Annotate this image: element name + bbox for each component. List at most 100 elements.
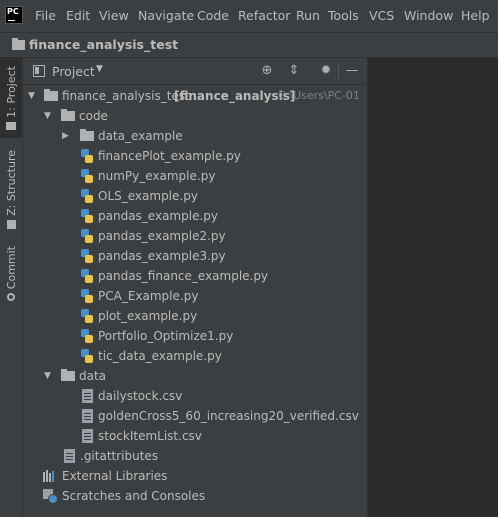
pycharm-logo-icon: PC bbox=[5, 6, 23, 24]
collapse-all-icon[interactable]: ⇕ bbox=[285, 62, 303, 80]
python-file-icon bbox=[81, 249, 93, 263]
tab-commit-label: Commit bbox=[4, 246, 18, 290]
external-libraries-label: External Libraries bbox=[62, 469, 168, 483]
library-icon bbox=[43, 470, 57, 482]
text-file-icon bbox=[64, 449, 75, 463]
menu-code[interactable]: Code bbox=[197, 8, 229, 23]
python-file-icon bbox=[81, 269, 93, 283]
folder-icon bbox=[61, 109, 75, 121]
folder-icon bbox=[44, 89, 58, 101]
file-label: pandas_example.py bbox=[98, 209, 218, 223]
file-label: financePlot_example.py bbox=[98, 149, 241, 163]
menu-vcs[interactable]: VCS bbox=[369, 8, 394, 23]
tree-folder-data[interactable]: ▼ data bbox=[23, 366, 367, 386]
tree-file[interactable]: pandas_finance_example.py bbox=[23, 266, 367, 286]
structure-icon bbox=[6, 219, 16, 229]
python-file-icon bbox=[81, 169, 93, 183]
folder-label: code bbox=[79, 109, 108, 123]
file-label: pandas_finance_example.py bbox=[98, 269, 269, 283]
tree-file[interactable]: .gitattributes bbox=[23, 446, 367, 466]
project-view-selector[interactable]: Project bbox=[52, 64, 95, 79]
tree-file[interactable]: plot_example.py bbox=[23, 306, 367, 326]
folder-icon bbox=[6, 121, 16, 130]
file-label: Portfolio_Optimize1.py bbox=[98, 329, 234, 343]
file-label: tic_data_example.py bbox=[98, 349, 222, 363]
folder-icon bbox=[61, 369, 75, 381]
menu-refactor[interactable]: Refactor bbox=[238, 8, 290, 23]
project-view-icon bbox=[33, 65, 45, 77]
folder-icon bbox=[80, 129, 94, 141]
python-file-icon bbox=[81, 209, 93, 223]
tree-file[interactable]: pandas_example.py bbox=[23, 206, 367, 226]
file-label: plot_example.py bbox=[98, 309, 198, 323]
tree-external-libraries[interactable]: External Libraries bbox=[23, 466, 367, 486]
csv-file-icon bbox=[82, 409, 93, 423]
python-file-icon bbox=[81, 349, 93, 363]
tree-file[interactable]: pandas_example2.py bbox=[23, 226, 367, 246]
divider bbox=[338, 64, 339, 79]
file-label: pandas_example3.py bbox=[98, 249, 226, 263]
tab-structure-label: Z: Structure bbox=[4, 150, 18, 216]
menu-window[interactable]: Window bbox=[404, 8, 453, 23]
tool-window-strip: 1: Project Z: Structure Commit bbox=[0, 58, 23, 517]
root-name: finance_analysis_test bbox=[62, 89, 190, 103]
chevron-down-icon[interactable]: ▼ bbox=[28, 91, 35, 101]
tab-commit[interactable]: Commit bbox=[0, 246, 22, 306]
file-label: dailystock.csv bbox=[98, 389, 183, 403]
menu-file[interactable]: File bbox=[35, 8, 56, 23]
python-file-icon bbox=[81, 309, 93, 323]
file-label: PCA_Example.py bbox=[98, 289, 199, 303]
project-panel-header: Project ▼ ⊕ ⇕ ✹ — bbox=[23, 58, 367, 85]
tab-project[interactable]: 1: Project bbox=[0, 58, 22, 138]
tree-file[interactable]: stockItemList.csv bbox=[23, 426, 367, 446]
python-file-icon bbox=[81, 229, 93, 243]
menu-edit[interactable]: Edit bbox=[66, 8, 90, 23]
csv-file-icon bbox=[82, 389, 93, 403]
tree-file[interactable]: tic_data_example.py bbox=[23, 346, 367, 366]
menu-tools[interactable]: Tools bbox=[328, 8, 359, 23]
editor-area[interactable] bbox=[367, 58, 498, 517]
menu-help[interactable]: Help bbox=[461, 8, 490, 23]
tree-file[interactable]: dailystock.csv bbox=[23, 386, 367, 406]
menu-run[interactable]: Run bbox=[296, 8, 320, 23]
locate-icon[interactable]: ⊕ bbox=[258, 62, 276, 80]
tree-folder-data-example[interactable]: ▶ data_example bbox=[23, 126, 367, 146]
breadcrumb-project[interactable]: finance_analysis_test bbox=[29, 37, 178, 52]
tree-file[interactable]: goldenCross5_60_increasing20_verified.cs… bbox=[23, 406, 367, 426]
folder-icon bbox=[12, 38, 25, 50]
file-label: numPy_example.py bbox=[98, 169, 216, 183]
file-label: stockItemList.csv bbox=[98, 429, 202, 443]
tree-file[interactable]: Portfolio_Optimize1.py bbox=[23, 326, 367, 346]
chevron-right-icon[interactable]: ▶ bbox=[62, 131, 69, 141]
folder-label: data bbox=[79, 369, 107, 383]
csv-file-icon bbox=[82, 429, 93, 443]
python-file-icon bbox=[81, 149, 93, 163]
hide-icon[interactable]: — bbox=[343, 62, 361, 80]
tab-project-label: 1: Project bbox=[4, 66, 18, 118]
tree-folder-code[interactable]: ▼ code bbox=[23, 106, 367, 126]
folder-label: data_example bbox=[98, 129, 183, 143]
menu-navigate[interactable]: Navigate bbox=[138, 8, 194, 23]
tab-structure[interactable]: Z: Structure bbox=[0, 150, 22, 234]
tree-scratches[interactable]: Scratches and Consoles bbox=[23, 486, 367, 506]
menu-view[interactable]: View bbox=[99, 8, 129, 23]
chevron-down-icon[interactable]: ▼ bbox=[44, 371, 51, 381]
tree-file[interactable]: pandas_example3.py bbox=[23, 246, 367, 266]
file-label: OLS_example.py bbox=[98, 189, 198, 203]
settings-icon[interactable]: ✹ bbox=[317, 62, 335, 80]
python-file-icon bbox=[81, 289, 93, 303]
tree-file[interactable]: OLS_example.py bbox=[23, 186, 367, 206]
navigation-bar: finance_analysis_test bbox=[0, 32, 498, 58]
commit-icon bbox=[7, 293, 15, 302]
scratch-icon bbox=[43, 489, 58, 504]
file-label: .gitattributes bbox=[80, 449, 159, 463]
menu-bar: PC File Edit View Navigate Code Refactor… bbox=[0, 0, 498, 32]
file-label: goldenCross5_60_increasing20_verified.cs… bbox=[98, 409, 359, 423]
chevron-down-icon[interactable]: ▼ bbox=[44, 111, 51, 121]
chevron-down-icon[interactable]: ▼ bbox=[96, 64, 103, 74]
tree-file[interactable]: numPy_example.py bbox=[23, 166, 367, 186]
tree-root[interactable]: ▼ finance_analysis_test [finance_analysi… bbox=[23, 86, 367, 106]
tree-file[interactable]: financePlot_example.py bbox=[23, 146, 367, 166]
tree-file[interactable]: PCA_Example.py bbox=[23, 286, 367, 306]
scratches-label: Scratches and Consoles bbox=[62, 489, 206, 503]
